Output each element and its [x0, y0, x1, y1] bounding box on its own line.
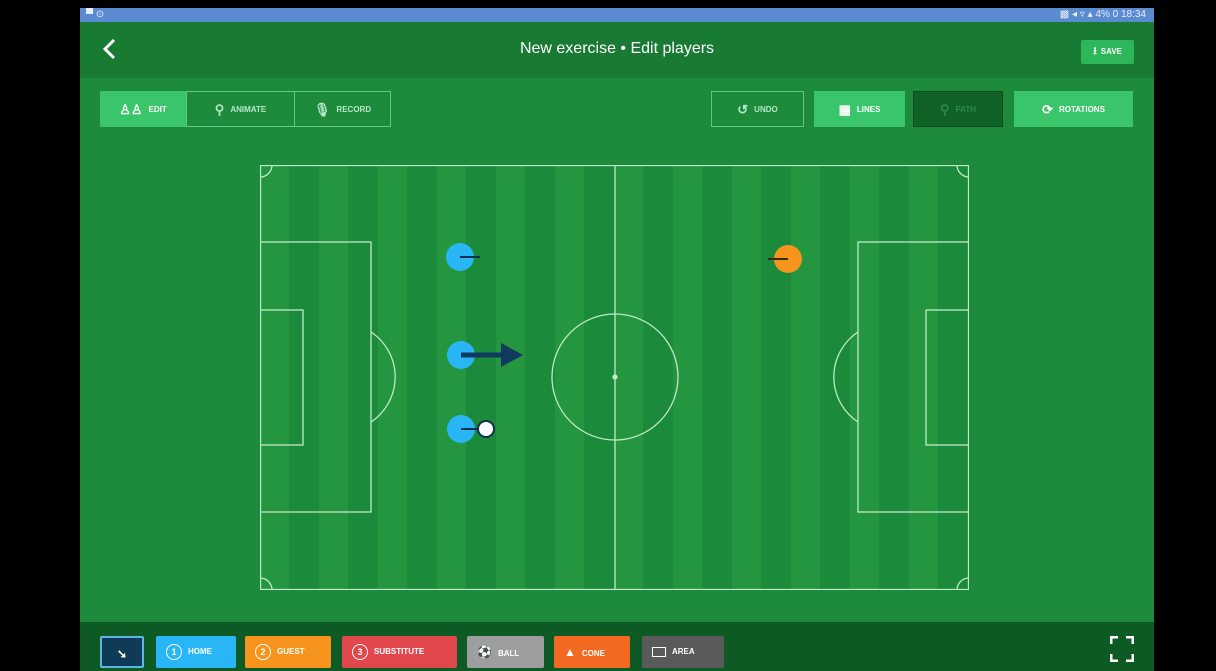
select-tool-button[interactable]: ➘: [100, 636, 144, 668]
ball-icon[interactable]: [477, 420, 495, 438]
status-left-icons: ▀ ⊙: [86, 9, 105, 20]
area-icon: [652, 646, 666, 657]
object-palette: ➘ 1 HOME 2 GUEST 3 SUBSTITUTE ⚽ BALL ▲ CONE A…: [80, 622, 1154, 671]
rotations-button[interactable]: ⟳ ROTATIONS: [1014, 91, 1133, 127]
app-bar: New exercise • Edit players ⭳ SAVE: [80, 22, 1154, 78]
download-icon: ⭳: [1093, 46, 1097, 57]
undo-label: UNDO: [754, 105, 778, 115]
add-ball-button[interactable]: ⚽ BALL: [467, 636, 544, 668]
home-number-icon: 1: [166, 643, 182, 660]
soccer-pitch[interactable]: [260, 165, 969, 590]
substitute-number-icon: 3: [352, 643, 368, 660]
add-guest-button[interactable]: 2 GUEST: [245, 636, 331, 668]
record-label: RECORD: [336, 105, 372, 115]
add-area-button[interactable]: AREA: [642, 636, 724, 668]
path-icon: ⚲: [939, 102, 950, 117]
lines-label: LINES: [856, 105, 881, 115]
undo-button[interactable]: ↺ UNDO: [711, 91, 804, 127]
status-right-icons: ▩ ◂ ▿ ▴ 4% 0 18:34: [1059, 9, 1146, 20]
save-label: SAVE: [1100, 47, 1122, 56]
lines-button[interactable]: ▦ LINES: [814, 91, 905, 127]
ball-label: BALL: [497, 649, 520, 658]
home-label: HOME: [188, 647, 212, 656]
substitute-label: SUBSTITUTE: [374, 647, 425, 656]
app-screen: ▀ ⊙ ▩ ◂ ▿ ▴ 4% 0 18:34 New exercise • Ed…: [80, 8, 1154, 671]
rotations-label: ROTATIONS: [1058, 105, 1105, 115]
undo-icon: ↺: [737, 102, 749, 117]
edit-button[interactable]: ♙♙ EDIT: [100, 91, 186, 127]
soccer-ball-icon: ⚽: [477, 645, 492, 659]
page-title: New exercise • Edit players: [519, 40, 715, 57]
grid-icon: ▦: [838, 102, 851, 117]
status-bar: ▀ ⊙ ▩ ◂ ▿ ▴ 4% 0 18:34: [80, 8, 1154, 22]
path-button[interactable]: ⚲ PATH: [913, 91, 1003, 127]
save-button[interactable]: ⭳ SAVE: [1081, 40, 1134, 64]
animate-button[interactable]: ⚲ ANIMATE: [186, 91, 295, 127]
add-cone-button[interactable]: ▲ CONE: [554, 636, 630, 668]
add-substitute-button[interactable]: 3 SUBSTITUTE: [342, 636, 457, 668]
add-home-button[interactable]: 1 HOME: [156, 636, 236, 668]
players-icon: ♙♙: [119, 102, 143, 117]
cone-icon: ▲: [564, 645, 576, 659]
path-label: PATH: [955, 105, 977, 115]
cone-label: CONE: [581, 649, 606, 658]
fullscreen-icon: [1109, 635, 1135, 663]
cursor-icon: ➘: [116, 647, 128, 661]
rotate-icon: ⟳: [1042, 102, 1053, 117]
guest-number-icon: 2: [255, 643, 271, 660]
running-icon: ⚲: [214, 102, 225, 117]
microphone-icon: 🎙: [313, 102, 331, 117]
record-button[interactable]: 🎙 RECORD: [294, 91, 391, 127]
area-label: AREA: [672, 647, 695, 656]
guest-label: GUEST: [277, 647, 305, 656]
fullscreen-button[interactable]: [1109, 635, 1135, 666]
animate-label: ANIMATE: [230, 105, 267, 115]
edit-label: EDIT: [148, 105, 167, 115]
